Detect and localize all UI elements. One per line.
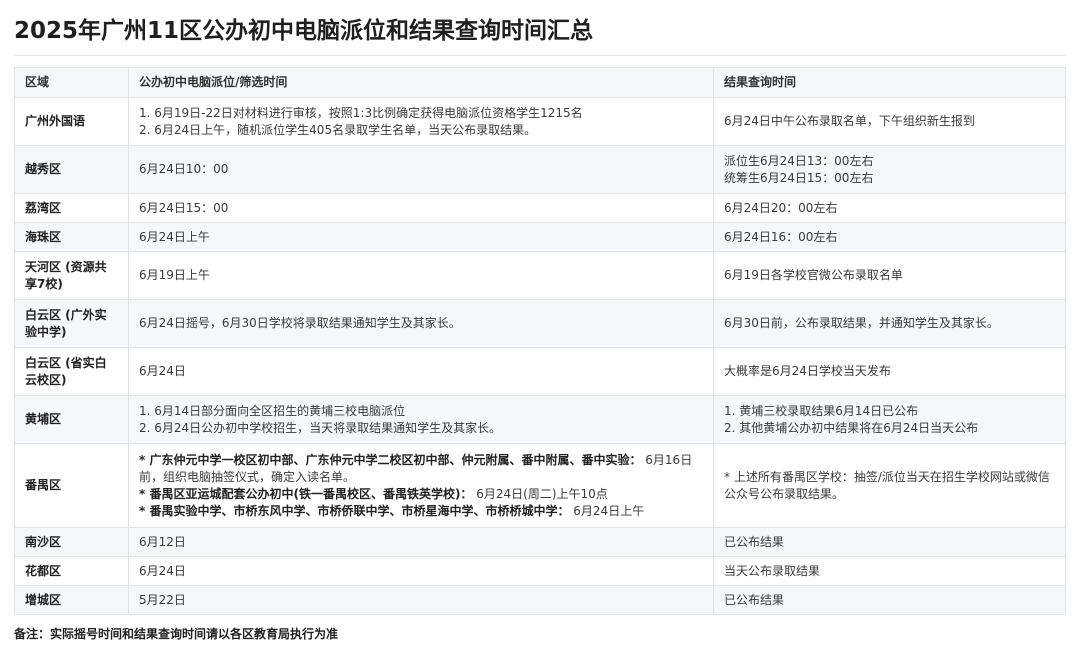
header-result: 结果查询时间 (713, 67, 1066, 98)
panyu-item-schools: * 番禺实验中学、市桥东风中学、市桥侨联中学、市桥星海中学、市桥桥城中学： (139, 503, 570, 518)
panyu-item: * 番禺实验中学、市桥东风中学、市桥侨联中学、市桥星海中学、市桥桥城中学： 6月… (139, 503, 703, 520)
time-line: 1. 6月19日-22日对材料进行审核，按照1:3比例确定获得电脑派位资格学生1… (139, 105, 583, 120)
time-line: 6月24日10：00 (139, 162, 229, 176)
result-line: * 上述所有番禺区学校：抽签/派位当天在招生学校网站或微信公众号公布录取结果。 (724, 469, 1050, 501)
table-row: 天河区 (资源共享7校) 6月19日上午 6月19日各学校官微公布录取名单 (14, 251, 1066, 300)
table-row: 白云区 (省实白云校区) 6月24日 大概率是6月24日学校当天发布 (14, 347, 1066, 396)
result-line: 6月24日中午公布录取名单，下午组织新生报到 (724, 114, 975, 128)
result-cell: 6月30日前，公布录取结果，并通知学生及其家长。 (713, 299, 1066, 348)
time-line: 1. 6月14日部分面向全区招生的黄埔三校电脑派位 (139, 403, 406, 418)
result-cell: 大概率是6月24日学校当天发布 (713, 347, 1066, 396)
table-row: 黄埔区 1. 6月14日部分面向全区招生的黄埔三校电脑派位 2. 6月24日公办… (14, 395, 1066, 444)
result-line: 当天公布录取结果 (724, 563, 821, 578)
panyu-item-schools: * 番禺区亚运城配套公办初中(铁一番禺校区、番禺铁英学校)： (139, 486, 473, 501)
table-row: 广州外国语 1. 6月19日-22日对材料进行审核，按照1:3比例确定获得电脑派… (14, 97, 1066, 146)
result-cell: 已公布结果 (713, 527, 1066, 557)
time-line: 6月24日 (139, 364, 186, 378)
result-line: 2. 其他黄埔公办初中结果将在6月24日当天公布 (724, 420, 979, 435)
panyu-item-time: 6月24日上午 (569, 503, 645, 518)
schedule-table: 区域 公办初中电脑派位/筛选时间 结果查询时间 广州外国语 1. 6月19日-2… (14, 67, 1066, 615)
result-cell: 6月24日中午公布录取名单，下午组织新生报到 (713, 97, 1066, 146)
footnote: 备注：实际摇号时间和结果查询时间请以各区教育局执行为准 (14, 627, 339, 641)
table-row: 越秀区 6月24日10：00 派位生6月24日13：00左右 统筹生6月24日1… (14, 145, 1066, 194)
page-title: 2025年广州11区公办初中电脑派位和结果查询时间汇总 (14, 18, 594, 44)
result-line: 6月24日16：00左右 (724, 229, 838, 244)
panyu-item-schools: * 广东仲元中学一校区初中部、广东仲元中学二校区初中部、仲元附属、番中附属、番中… (139, 452, 642, 467)
region-cell: 黄埔区 (14, 395, 129, 444)
region-cell: 白云区 (省实白云校区) (14, 347, 129, 396)
region-cell: 番禺区 (14, 443, 129, 528)
time-cell: 6月24日 (128, 347, 714, 396)
region-cell: 白云区 (广外实验中学) (14, 299, 129, 348)
region-cell: 荔湾区 (14, 193, 129, 223)
page: 2025年广州11区公办初中电脑派位和结果查询时间汇总 区域 公办初中电脑派位/… (0, 0, 1080, 649)
time-line: 6月24日 (139, 563, 186, 578)
header-region: 区域 (14, 67, 129, 98)
region-cell: 增城区 (14, 585, 129, 615)
table-row: 白云区 (广外实验中学) 6月24日摇号，6月30日学校将录取结果通知学生及其家… (14, 299, 1066, 348)
result-cell: 6月19日各学校官微公布录取名单 (713, 251, 1066, 300)
region-cell: 海珠区 (14, 222, 129, 252)
region-cell: 南沙区 (14, 527, 129, 557)
result-cell: 6月24日16：00左右 (713, 222, 1066, 252)
result-cell: * 上述所有番禺区学校：抽签/派位当天在招生学校网站或微信公众号公布录取结果。 (713, 443, 1066, 528)
time-cell: 5月22日 (128, 585, 714, 615)
panyu-item: * 广东仲元中学一校区初中部、广东仲元中学二校区初中部、仲元附属、番中附属、番中… (139, 452, 703, 486)
region-cell: 花都区 (14, 556, 129, 586)
time-line: 2. 6月24日上午，随机派位学生405名录取学生名单，当天公布录取结果。 (139, 122, 537, 137)
table-row: 南沙区 6月12日 已公布结果 (14, 527, 1066, 557)
time-line: 6月24日摇号，6月30日学校将录取结果通知学生及其家长。 (139, 316, 461, 330)
time-cell: 6月24日15：00 (128, 193, 714, 223)
time-line: 6月24日上午 (139, 229, 210, 244)
result-cell: 当天公布录取结果 (713, 556, 1066, 586)
result-line: 统筹生6月24日15：00左右 (724, 170, 874, 185)
table-row: 番禺区 * 广东仲元中学一校区初中部、广东仲元中学二校区初中部、仲元附属、番中附… (14, 443, 1066, 528)
time-cell: 1. 6月19日-22日对材料进行审核，按照1:3比例确定获得电脑派位资格学生1… (128, 97, 714, 146)
table-header-row: 区域 公办初中电脑派位/筛选时间 结果查询时间 (14, 67, 1066, 98)
time-cell: * 广东仲元中学一校区初中部、广东仲元中学二校区初中部、仲元附属、番中附属、番中… (128, 443, 714, 528)
region-cell: 越秀区 (14, 145, 129, 194)
region-cell: 天河区 (资源共享7校) (14, 251, 129, 300)
result-line: 6月24日20：00左右 (724, 200, 838, 215)
region-cell: 广州外国语 (14, 97, 129, 146)
title-divider (14, 55, 1066, 56)
time-cell: 6月24日上午 (128, 222, 714, 252)
time-cell: 6月24日10：00 (128, 145, 714, 194)
time-cell: 1. 6月14日部分面向全区招生的黄埔三校电脑派位 2. 6月24日公办初中学校… (128, 395, 714, 444)
table-row: 增城区 5月22日 已公布结果 (14, 585, 1066, 615)
time-cell: 6月19日上午 (128, 251, 714, 300)
result-line: 大概率是6月24日学校当天发布 (724, 364, 891, 378)
time-line: 2. 6月24日公办初中学校招生，当天将录取结果通知学生及其家长。 (139, 420, 502, 435)
time-line: 5月22日 (139, 592, 186, 607)
result-line: 已公布结果 (724, 534, 785, 549)
result-cell: 已公布结果 (713, 585, 1066, 615)
time-line: 6月19日上午 (139, 268, 210, 282)
result-line: 6月30日前，公布录取结果，并通知学生及其家长。 (724, 316, 999, 330)
result-line: 1. 黄埔三校录取结果6月14日已公布 (724, 403, 919, 418)
result-cell: 1. 黄埔三校录取结果6月14日已公布 2. 其他黄埔公办初中结果将在6月24日… (713, 395, 1066, 444)
table-row: 荔湾区 6月24日15：00 6月24日20：00左右 (14, 193, 1066, 223)
table-row: 花都区 6月24日 当天公布录取结果 (14, 556, 1066, 586)
time-cell: 6月24日 (128, 556, 714, 586)
result-line: 已公布结果 (724, 592, 785, 607)
table-row: 海珠区 6月24日上午 6月24日16：00左右 (14, 222, 1066, 252)
result-line: 派位生6月24日13：00左右 (724, 153, 874, 168)
time-line: 6月12日 (139, 534, 186, 549)
time-cell: 6月12日 (128, 527, 714, 557)
result-cell: 派位生6月24日13：00左右 统筹生6月24日15：00左右 (713, 145, 1066, 194)
result-cell: 6月24日20：00左右 (713, 193, 1066, 223)
time-line: 6月24日15：00 (139, 200, 229, 215)
panyu-item: * 番禺区亚运城配套公办初中(铁一番禺校区、番禺铁英学校)： 6月24日(周二)… (139, 486, 703, 503)
time-cell: 6月24日摇号，6月30日学校将录取结果通知学生及其家长。 (128, 299, 714, 348)
header-time: 公办初中电脑派位/筛选时间 (128, 67, 714, 98)
panyu-item-time: 6月24日(周二)上午10点 (472, 486, 608, 501)
result-line: 6月19日各学校官微公布录取名单 (724, 268, 903, 282)
